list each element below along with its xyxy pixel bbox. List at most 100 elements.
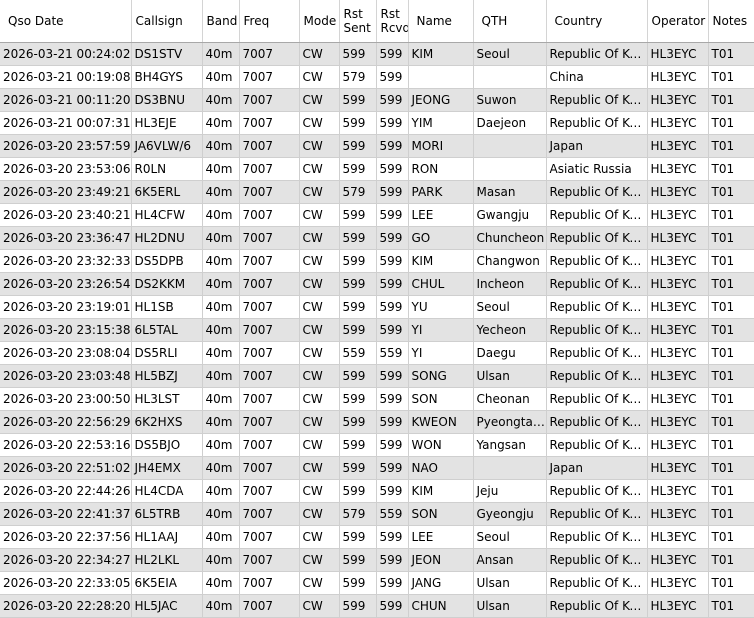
- name-cell[interactable]: KIM: [408, 249, 474, 273]
- qth-cell[interactable]: Ansan: [473, 548, 547, 572]
- mode-cell[interactable]: CW: [299, 502, 340, 526]
- table-row[interactable]: 2026-03-21 00:11:20 DS3BNU 40m 7007 CW 599 599…: [0, 88, 754, 112]
- column-header-rst-sent[interactable]: Rst Sent: [339, 0, 377, 43]
- qth-cell[interactable]: Jeju: [473, 479, 547, 503]
- mode-cell[interactable]: CW: [299, 249, 340, 273]
- country-cell[interactable]: Republic Of Ko...: [546, 180, 648, 204]
- name-cell[interactable]: CHUL: [408, 272, 474, 296]
- qth-cell[interactable]: [473, 65, 547, 89]
- notes-cell[interactable]: T01: [708, 571, 754, 595]
- notes-cell[interactable]: T01: [708, 226, 754, 250]
- freq-cell[interactable]: 7007: [239, 111, 300, 135]
- band-cell[interactable]: 40m: [202, 318, 240, 342]
- qth-cell[interactable]: Daegu: [473, 341, 547, 365]
- rst-rcvd-cell[interactable]: 599: [376, 295, 409, 319]
- operator-cell[interactable]: HL3EYC: [647, 433, 709, 457]
- qth-cell[interactable]: Ulsan: [473, 364, 547, 388]
- qso-date-cell[interactable]: 2026-03-20 22:56:29: [0, 410, 132, 434]
- notes-cell[interactable]: T01: [708, 249, 754, 273]
- band-cell[interactable]: 40m: [202, 502, 240, 526]
- freq-cell[interactable]: 7007: [239, 410, 300, 434]
- freq-cell[interactable]: 7007: [239, 433, 300, 457]
- callsign-cell[interactable]: HL2DNU: [131, 226, 203, 250]
- name-cell[interactable]: KIM: [408, 479, 474, 503]
- name-cell[interactable]: LEE: [408, 203, 474, 227]
- name-cell[interactable]: PARK: [408, 180, 474, 204]
- freq-cell[interactable]: 7007: [239, 180, 300, 204]
- qso-date-cell[interactable]: 2026-03-20 22:44:26: [0, 479, 132, 503]
- freq-cell[interactable]: 7007: [239, 387, 300, 411]
- notes-cell[interactable]: T01: [708, 42, 754, 66]
- callsign-cell[interactable]: DS5DPB: [131, 249, 203, 273]
- notes-cell[interactable]: T01: [708, 433, 754, 457]
- mode-cell[interactable]: CW: [299, 134, 340, 158]
- rst-rcvd-cell[interactable]: 599: [376, 364, 409, 388]
- country-cell[interactable]: Republic Of Ko...: [546, 410, 648, 434]
- band-cell[interactable]: 40m: [202, 88, 240, 112]
- notes-cell[interactable]: T01: [708, 272, 754, 296]
- rst-sent-cell[interactable]: 599: [339, 203, 377, 227]
- country-cell[interactable]: Republic Of Ko...: [546, 295, 648, 319]
- qso-date-cell[interactable]: 2026-03-20 23:03:48: [0, 364, 132, 388]
- operator-cell[interactable]: HL3EYC: [647, 341, 709, 365]
- notes-cell[interactable]: T01: [708, 525, 754, 549]
- qth-cell[interactable]: Seoul: [473, 525, 547, 549]
- mode-cell[interactable]: CW: [299, 65, 340, 89]
- rst-sent-cell[interactable]: 599: [339, 456, 377, 480]
- callsign-cell[interactable]: 6K5EIA: [131, 571, 203, 595]
- band-cell[interactable]: 40m: [202, 456, 240, 480]
- country-cell[interactable]: Republic Of Ko...: [546, 111, 648, 135]
- notes-cell[interactable]: T01: [708, 410, 754, 434]
- name-cell[interactable]: RON: [408, 157, 474, 181]
- rst-sent-cell[interactable]: 599: [339, 88, 377, 112]
- qth-cell[interactable]: Ulsan: [473, 594, 547, 618]
- qth-cell[interactable]: [473, 134, 547, 158]
- rst-rcvd-cell[interactable]: 599: [376, 410, 409, 434]
- qth-cell[interactable]: Yecheon: [473, 318, 547, 342]
- band-cell[interactable]: 40m: [202, 42, 240, 66]
- operator-cell[interactable]: HL3EYC: [647, 387, 709, 411]
- column-header-rst-rcvd[interactable]: Rst Rcvd: [376, 0, 409, 43]
- mode-cell[interactable]: CW: [299, 341, 340, 365]
- band-cell[interactable]: 40m: [202, 364, 240, 388]
- qso-log-table[interactable]: Qso Date Callsign Band Freq Mode Rst Sen…: [0, 0, 754, 618]
- notes-cell[interactable]: T01: [708, 134, 754, 158]
- name-cell[interactable]: KWEON: [408, 410, 474, 434]
- qso-date-cell[interactable]: 2026-03-20 22:53:16: [0, 433, 132, 457]
- operator-cell[interactable]: HL3EYC: [647, 88, 709, 112]
- country-cell[interactable]: Republic Of Ko...: [546, 479, 648, 503]
- qso-date-cell[interactable]: 2026-03-20 23:36:47: [0, 226, 132, 250]
- rst-rcvd-cell[interactable]: 599: [376, 203, 409, 227]
- qth-cell[interactable]: Masan: [473, 180, 547, 204]
- mode-cell[interactable]: CW: [299, 525, 340, 549]
- freq-cell[interactable]: 7007: [239, 65, 300, 89]
- rst-rcvd-cell[interactable]: 599: [376, 433, 409, 457]
- qth-cell[interactable]: Seoul: [473, 295, 547, 319]
- qso-date-cell[interactable]: 2026-03-20 23:53:06: [0, 157, 132, 181]
- country-cell[interactable]: Republic Of Ko...: [546, 88, 648, 112]
- qso-date-cell[interactable]: 2026-03-20 22:51:02: [0, 456, 132, 480]
- notes-cell[interactable]: T01: [708, 479, 754, 503]
- rst-sent-cell[interactable]: 599: [339, 387, 377, 411]
- table-row[interactable]: 2026-03-20 23:26:54 DS2KKM 40m 7007 CW 599 599…: [0, 272, 754, 296]
- table-row[interactable]: 2026-03-20 23:19:01 HL1SB 40m 7007 CW 599 599 Y…: [0, 295, 754, 319]
- operator-cell[interactable]: HL3EYC: [647, 134, 709, 158]
- freq-cell[interactable]: 7007: [239, 548, 300, 572]
- country-cell[interactable]: Republic Of Ko...: [546, 203, 648, 227]
- mode-cell[interactable]: CW: [299, 203, 340, 227]
- operator-cell[interactable]: HL3EYC: [647, 410, 709, 434]
- notes-cell[interactable]: T01: [708, 364, 754, 388]
- qso-date-cell[interactable]: 2026-03-20 23:08:04: [0, 341, 132, 365]
- operator-cell[interactable]: HL3EYC: [647, 180, 709, 204]
- notes-cell[interactable]: T01: [708, 341, 754, 365]
- qso-date-cell[interactable]: 2026-03-20 23:26:54: [0, 272, 132, 296]
- table-row[interactable]: 2026-03-20 23:08:04 DS5RLI 40m 7007 CW 559 559…: [0, 341, 754, 365]
- name-cell[interactable]: NAO: [408, 456, 474, 480]
- name-cell[interactable]: YU: [408, 295, 474, 319]
- callsign-cell[interactable]: HL3EJE: [131, 111, 203, 135]
- rst-rcvd-cell[interactable]: 599: [376, 42, 409, 66]
- qso-date-cell[interactable]: 2026-03-21 00:24:02: [0, 42, 132, 66]
- rst-sent-cell[interactable]: 599: [339, 226, 377, 250]
- rst-rcvd-cell[interactable]: 599: [376, 65, 409, 89]
- callsign-cell[interactable]: DS3BNU: [131, 88, 203, 112]
